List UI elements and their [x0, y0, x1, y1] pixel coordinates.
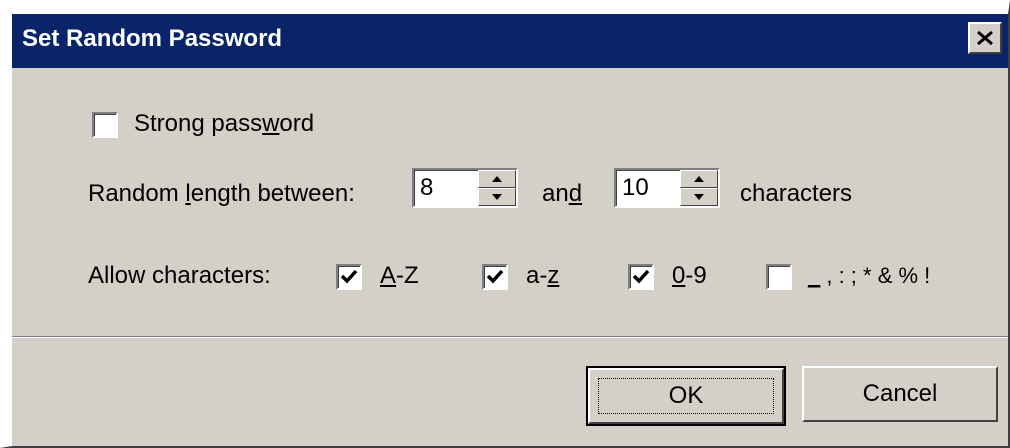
max-length-up-button[interactable] — [680, 170, 718, 188]
ok-button[interactable]: OK — [586, 366, 786, 426]
check-icon — [340, 269, 358, 284]
and-label: and — [542, 180, 583, 207]
allow-uppercase-label[interactable]: A-Z — [380, 262, 419, 290]
random-length-label: Random length between: — [88, 180, 355, 207]
min-length-spinner[interactable]: 8 — [412, 168, 518, 208]
close-icon — [977, 30, 993, 46]
min-length-up-button[interactable] — [478, 170, 516, 188]
down-arrow-icon — [694, 194, 704, 200]
cancel-button[interactable]: Cancel — [802, 366, 998, 422]
dialog-title: Set Random Password — [22, 25, 283, 52]
allow-lowercase-label[interactable]: a-z — [526, 262, 559, 290]
cancel-button-label: Cancel — [862, 380, 938, 407]
allow-symbols-label[interactable]: _ , : ; * & % ! — [808, 262, 930, 290]
allow-digits-label[interactable]: 0-9 — [672, 262, 707, 290]
close-button[interactable] — [968, 22, 1002, 54]
title-bar[interactable]: Set Random Password — [12, 14, 1008, 68]
max-length-input[interactable]: 10 — [622, 174, 649, 202]
strong-password-label[interactable]: Strong password — [134, 110, 314, 138]
min-length-down-button[interactable] — [478, 188, 516, 206]
down-arrow-icon — [492, 194, 502, 200]
allow-lowercase-checkbox[interactable] — [482, 264, 508, 290]
separator-highlight — [12, 337, 1008, 338]
allow-uppercase-checkbox[interactable] — [336, 264, 362, 290]
strong-password-checkbox[interactable] — [92, 112, 118, 138]
min-length-input[interactable]: 8 — [420, 174, 433, 202]
up-arrow-icon — [694, 176, 704, 182]
max-length-down-button[interactable] — [680, 188, 718, 206]
dialog-window: Set Random Password Strong password Rand… — [0, 0, 1010, 448]
check-icon — [486, 269, 504, 284]
up-arrow-icon — [492, 176, 502, 182]
allow-symbols-checkbox[interactable] — [766, 264, 792, 290]
check-icon — [632, 269, 650, 284]
max-length-spinner[interactable]: 10 — [614, 168, 720, 208]
focus-rectangle — [598, 378, 774, 414]
allow-digits-checkbox[interactable] — [628, 264, 654, 290]
characters-label: characters — [740, 180, 853, 207]
allow-characters-label: Allow characters: — [88, 262, 271, 289]
